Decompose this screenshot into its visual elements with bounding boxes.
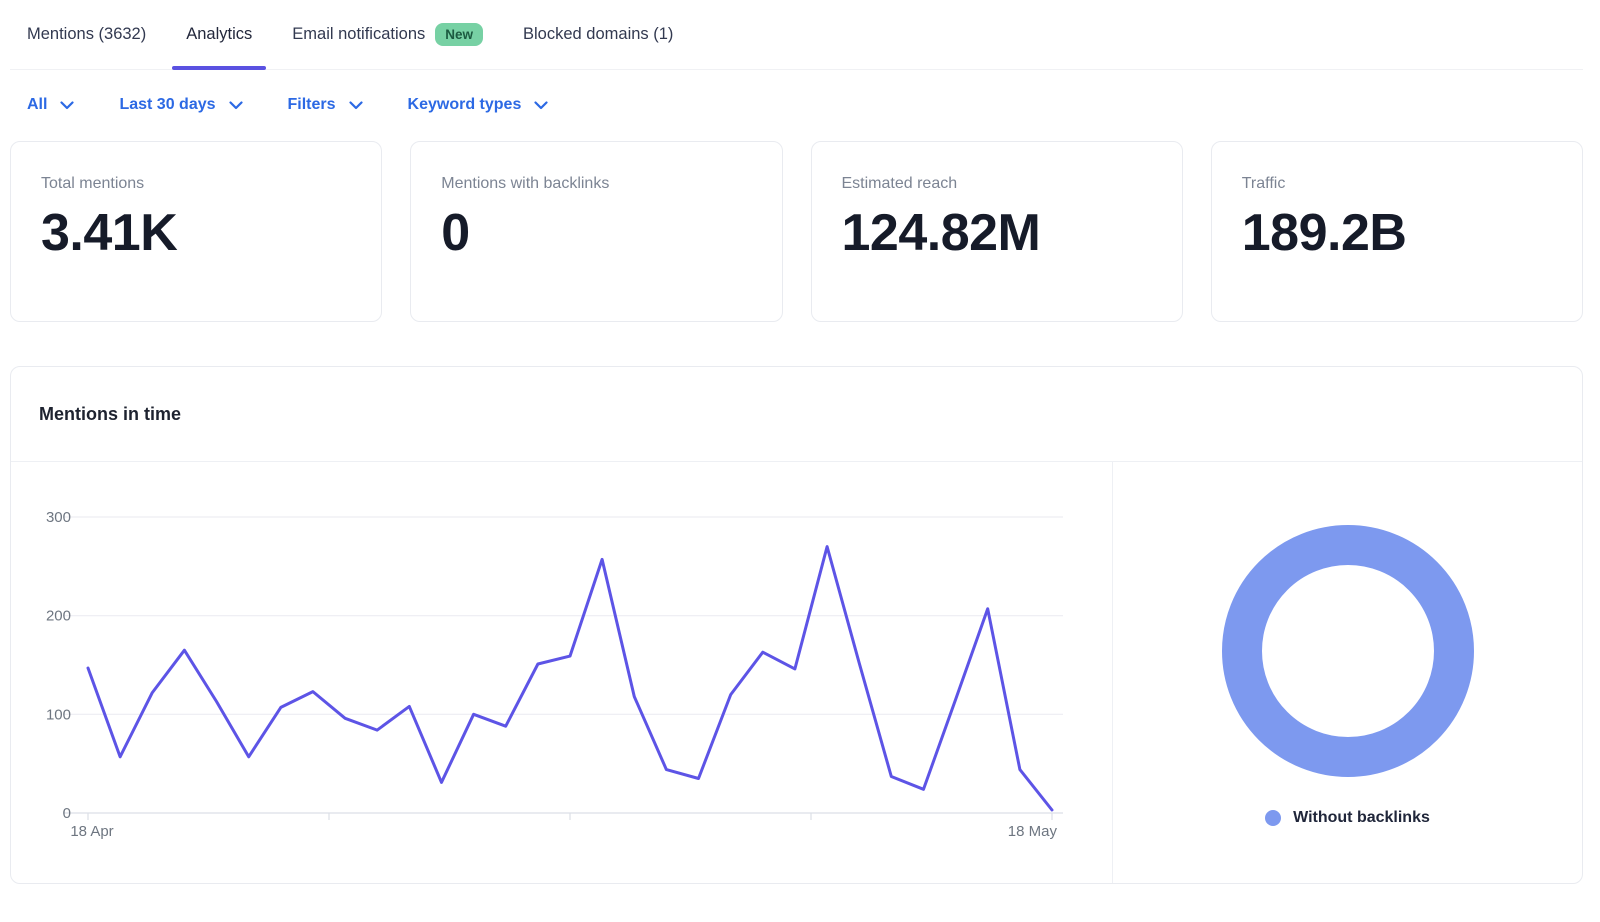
chevron-down-icon xyxy=(229,101,243,110)
tab-blocked-domains[interactable]: Blocked domains (1) xyxy=(509,0,687,69)
svg-text:18 May: 18 May xyxy=(1008,823,1058,840)
tab-email-notifications-label: Email notifications xyxy=(292,25,425,44)
stat-label: Estimated reach xyxy=(842,175,1152,193)
filter-all-dropdown[interactable]: All xyxy=(27,96,74,114)
stat-label: Mentions with backlinks xyxy=(441,175,751,193)
tab-mentions[interactable]: Mentions (3632) xyxy=(13,0,160,69)
stat-value: 189.2B xyxy=(1242,203,1552,263)
stat-label: Traffic xyxy=(1242,175,1552,193)
panel-header: Mentions in time xyxy=(11,367,1582,462)
panel-title: Mentions in time xyxy=(39,404,181,425)
line-chart-svg: 0 100 200 300 18 Apr 18 May xyxy=(11,462,1111,883)
tab-analytics[interactable]: Analytics xyxy=(172,0,266,69)
svg-text:200: 200 xyxy=(46,608,71,625)
stat-card-mentions-with-backlinks: Mentions with backlinks 0 xyxy=(410,141,782,322)
backlinks-donut-chart: Without backlinks xyxy=(1113,462,1582,883)
svg-text:300: 300 xyxy=(46,509,71,526)
filter-all-label: All xyxy=(27,96,47,114)
svg-text:0: 0 xyxy=(63,805,71,822)
stat-card-estimated-reach: Estimated reach 124.82M xyxy=(811,141,1183,322)
svg-text:18 Apr: 18 Apr xyxy=(70,823,113,840)
chevron-down-icon xyxy=(60,101,74,110)
tab-analytics-label: Analytics xyxy=(186,25,252,44)
donut-ring xyxy=(1221,524,1475,783)
tab-blocked-domains-label: Blocked domains (1) xyxy=(523,25,673,44)
svg-text:100: 100 xyxy=(46,706,71,723)
new-badge: New xyxy=(435,23,483,47)
legend-dot-icon xyxy=(1265,810,1281,826)
donut-svg xyxy=(1221,524,1475,778)
filter-filters-dropdown[interactable]: Filters xyxy=(288,96,363,114)
stat-label: Total mentions xyxy=(41,175,351,193)
filter-date-range-dropdown[interactable]: Last 30 days xyxy=(119,96,242,114)
stat-cards-row: Total mentions 3.41K Mentions with backl… xyxy=(10,141,1583,322)
filter-keyword-types-label: Keyword types xyxy=(408,96,522,114)
filter-filters-label: Filters xyxy=(288,96,336,114)
stat-value: 124.82M xyxy=(842,203,1152,263)
chevron-down-icon xyxy=(349,101,363,110)
tab-email-notifications[interactable]: Email notifications New xyxy=(278,0,497,69)
chevron-down-icon xyxy=(534,101,548,110)
mentions-in-time-panel: Mentions in time 0 100 200 300 18 Apr 18 May … xyxy=(10,366,1583,884)
tab-mentions-label: Mentions (3632) xyxy=(27,25,146,44)
legend-label: Without backlinks xyxy=(1293,809,1430,827)
stat-card-total-mentions: Total mentions 3.41K xyxy=(10,141,382,322)
filter-keyword-types-dropdown[interactable]: Keyword types xyxy=(408,96,549,114)
stat-value: 0 xyxy=(441,203,751,263)
stat-card-traffic: Traffic 189.2B xyxy=(1211,141,1583,322)
filter-date-range-label: Last 30 days xyxy=(119,96,215,114)
tab-bar: Mentions (3632) Analytics Email notifica… xyxy=(10,0,1583,70)
mentions-line-chart: 0 100 200 300 18 Apr 18 May xyxy=(11,462,1113,883)
stat-value: 3.41K xyxy=(41,203,351,263)
panel-body: 0 100 200 300 18 Apr 18 May Without backlinks xyxy=(11,462,1582,883)
filter-bar: All Last 30 days Filters Keyword types xyxy=(27,96,1583,114)
legend-item-without-backlinks[interactable]: Without backlinks xyxy=(1265,809,1430,827)
